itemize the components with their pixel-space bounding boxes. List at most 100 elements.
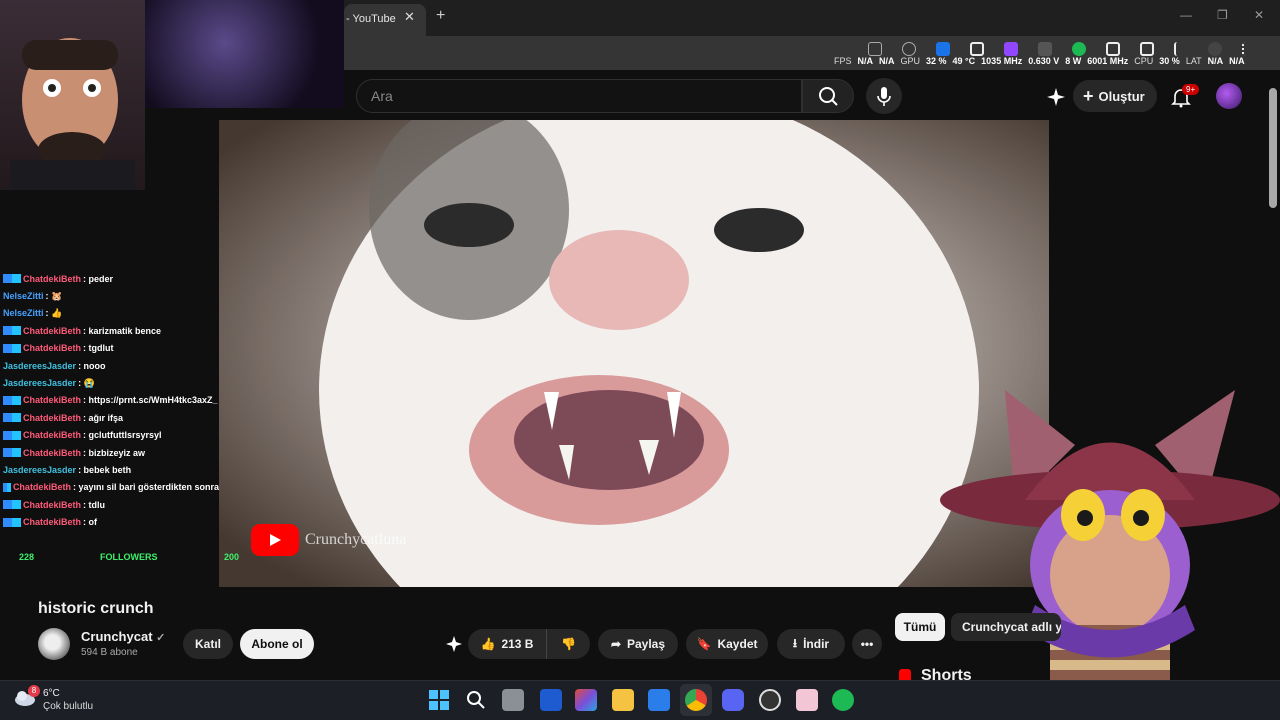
file-explorer-icon[interactable]	[612, 689, 634, 711]
chat-message: NelseZitti: 👍	[0, 305, 219, 322]
verified-check-icon: ✓	[156, 632, 166, 644]
subscribe-button[interactable]: Abone ol	[240, 629, 314, 659]
browser-tab-strip: - YouTube — ❐ ✕	[344, 0, 1280, 36]
download-button[interactable]: ⭳ İndir	[777, 629, 845, 659]
share-label: Paylaş	[627, 637, 666, 651]
search-input[interactable]: Ara	[356, 79, 802, 113]
search-icon	[819, 87, 838, 106]
video-watermark: Crunchycatluna	[305, 531, 407, 548]
ask-sparkle-icon[interactable]	[444, 636, 464, 652]
pink-app-icon[interactable]	[796, 689, 818, 711]
chat-message: NelseZitti: 🐹	[0, 287, 219, 304]
subscriber-count: 594 B abone	[81, 647, 138, 658]
close-window-button[interactable]: ✕	[1254, 8, 1264, 22]
chat-text: : gclutfuttlsrsyrsyl	[83, 430, 162, 441]
bookmark-icon: 🔖	[696, 637, 712, 651]
chat-text: : peder	[83, 273, 114, 284]
chat-badge-icon	[3, 482, 11, 492]
chat-message: ChatdekiBeth: tgdlut	[0, 340, 219, 357]
page-scrollbar[interactable]	[1269, 88, 1277, 208]
channel-avatar[interactable]	[38, 628, 70, 660]
chat-message: ChatdekiBeth: gclutfuttlsrsyrsyl	[0, 427, 219, 444]
webcam-overlay	[0, 0, 145, 190]
search-button[interactable]	[802, 79, 854, 113]
voice-search-button[interactable]	[866, 78, 902, 114]
share-arrow-icon: ➦	[610, 637, 621, 651]
chat-text: : nooo	[78, 360, 106, 371]
performance-overlay: FPS N/A N/A GPU 32 % 49 °C 1035 MHz 0.630 V8 …	[834, 56, 1245, 66]
play-icon	[270, 534, 281, 546]
chat-badge-icon	[3, 430, 21, 440]
task-view-icon[interactable]	[502, 689, 524, 711]
chat-text: : bizbizeyiz aw	[83, 447, 146, 458]
account-avatar[interactable]	[1216, 83, 1242, 109]
save-button[interactable]: 🔖 Kaydet	[686, 629, 768, 659]
create-sparkle-icon[interactable]	[1046, 87, 1066, 107]
chat-username: ChatdekiBeth	[23, 273, 82, 284]
chat-badge-icon	[3, 500, 21, 510]
chat-badge-icon	[3, 343, 21, 353]
share-button[interactable]: ➦ Paylaş	[598, 629, 678, 659]
store-icon[interactable]	[648, 689, 670, 711]
start-icon[interactable]	[428, 689, 450, 711]
chat-badge-icon	[3, 448, 21, 458]
microphone-icon	[877, 87, 891, 106]
chat-text: : tgdlut	[83, 343, 114, 354]
chat-badge-icon	[3, 395, 21, 405]
save-label: Kaydet	[717, 637, 758, 651]
chrome-icon[interactable]	[685, 689, 707, 711]
chat-message: JasdereesJasder: bebek beth	[0, 461, 219, 478]
like-button[interactable]: 👍 213 B	[468, 629, 546, 659]
maximize-window-button[interactable]: ❐	[1217, 8, 1228, 22]
new-tab-button[interactable]: +	[436, 7, 445, 25]
chat-message: JasdereesJasder: nooo	[0, 357, 219, 374]
followers-goal: 200	[224, 552, 240, 562]
create-label: Oluştur	[1098, 88, 1145, 104]
weather-temperature: 6°C	[43, 688, 60, 699]
chat-username: ChatdekiBeth	[23, 499, 82, 510]
chat-message: ChatdekiBeth: https://prnt.sc/WmH4tkc3ax…	[0, 392, 219, 409]
notification-count-badge: 9+	[1182, 84, 1200, 95]
taskbar-search-icon[interactable]	[465, 689, 487, 711]
chat-message: ChatdekiBeth: peder	[0, 270, 219, 287]
chat-username: ChatdekiBeth	[12, 482, 71, 493]
chat-text: : https://prnt.sc/WmH4tkc3axZ_	[83, 395, 218, 406]
office-icon[interactable]	[575, 689, 597, 711]
chat-message: ChatdekiBeth: tdlu	[0, 496, 219, 513]
dislike-button[interactable]: 👎	[546, 629, 590, 659]
chat-message: JasdereesJasder: 😭	[0, 374, 219, 391]
chat-text: : ağır ifşa	[83, 412, 124, 423]
chat-badge-icon	[3, 413, 21, 423]
join-button[interactable]: Katıl	[183, 629, 233, 659]
chat-username: JasdereesJasder	[3, 378, 77, 389]
chat-message: ChatdekiBeth: ağır ifşa	[0, 409, 219, 426]
filter-chip-channel[interactable]: Crunchycat adlı yi	[951, 613, 1061, 641]
chat-text: : 🐹	[45, 290, 63, 301]
stream-chat-overlay: ChatdekiBeth: peder NelseZitti: 🐹 NelseZit…	[0, 270, 219, 565]
more-actions-button[interactable]: •••	[852, 629, 882, 659]
create-button[interactable]: + Oluştur	[1073, 80, 1157, 112]
chat-message: ChatdekiBeth: yayını sil bari gösterdikt…	[0, 479, 219, 496]
chat-username: JasdereesJasder	[3, 464, 77, 475]
discord-icon[interactable]	[722, 689, 744, 711]
chat-username: ChatdekiBeth	[23, 447, 82, 458]
thumbs-up-icon: 👍	[480, 637, 496, 651]
app-l-icon[interactable]	[540, 689, 562, 711]
obs-icon[interactable]	[759, 689, 781, 711]
youtube-logo-overlay[interactable]	[251, 524, 299, 556]
tab-close-icon[interactable]: ✕	[404, 9, 415, 25]
spotify-icon[interactable]	[832, 689, 854, 711]
chat-message: ChatdekiBeth: of	[0, 513, 219, 530]
chat-text: : yayını sil bari gösterdikten sonra	[72, 482, 219, 493]
filter-chip-all[interactable]: Tümü	[895, 613, 945, 641]
chat-username: ChatdekiBeth	[23, 517, 82, 528]
channel-name[interactable]: Crunchycat ✓	[81, 629, 165, 644]
chat-username: ChatdekiBeth	[23, 395, 82, 406]
chat-message: ChatdekiBeth: bizbizeyiz aw	[0, 444, 219, 461]
minimize-window-button[interactable]: —	[1180, 8, 1192, 22]
followers-current: 228	[19, 552, 35, 562]
chat-username: ChatdekiBeth	[23, 325, 82, 336]
windows-taskbar	[0, 680, 1280, 720]
thumbs-down-icon: 👎	[561, 637, 576, 651]
video-player[interactable]	[219, 120, 1049, 587]
